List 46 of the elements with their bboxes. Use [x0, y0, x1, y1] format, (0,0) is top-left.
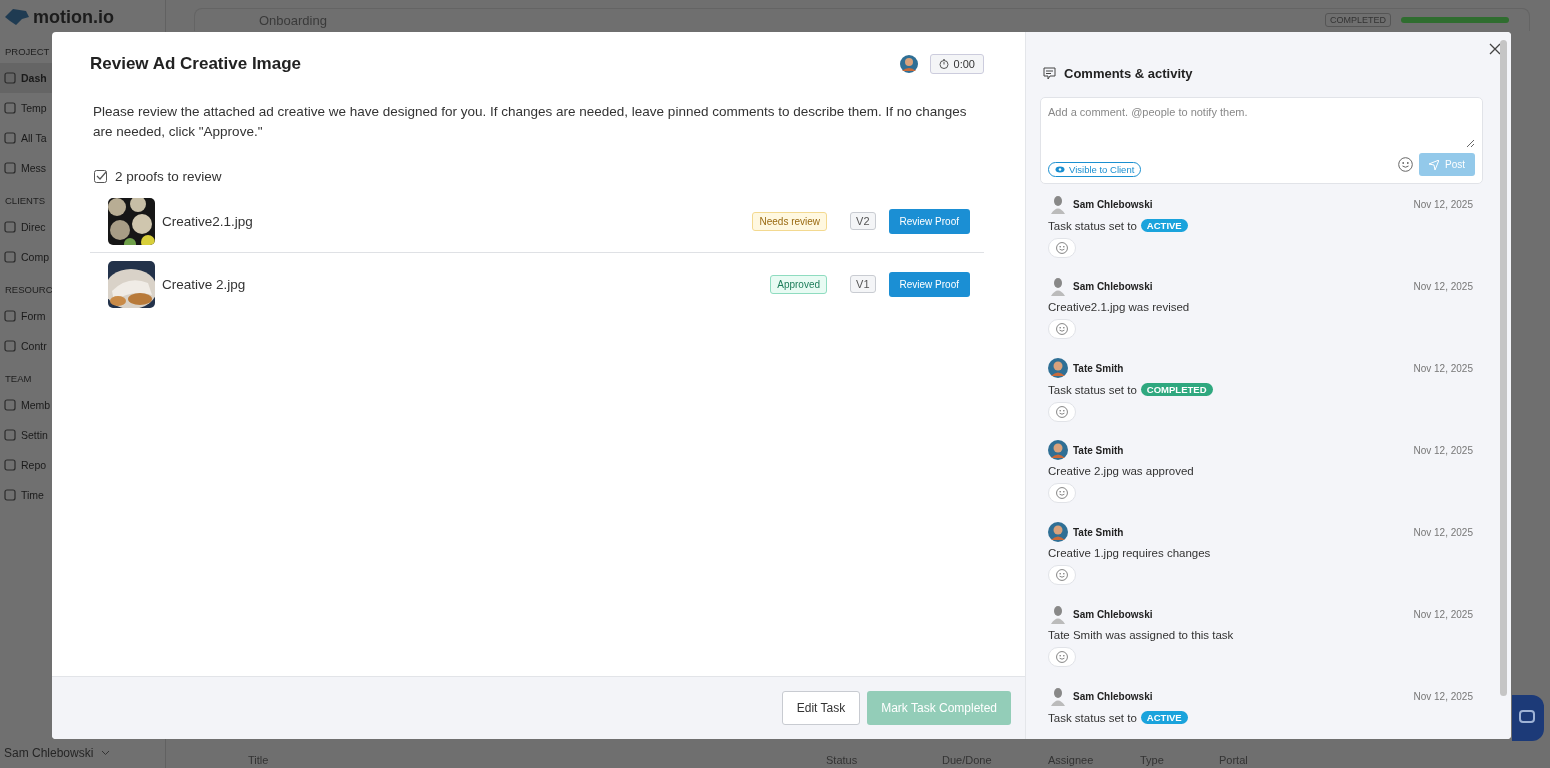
column-header: Due/Done: [942, 754, 993, 768]
activity-text: Task status set to: [1048, 219, 1137, 232]
dialog-title: Review Ad Creative Image: [90, 54, 301, 74]
task-description: Please review the attached ad creative we have designed for you. If changes are needed, leave pinned comments to describe them. If no changes are needed, click "Approve.": [93, 103, 968, 141]
author-name: Sam Chlebowski: [1073, 280, 1154, 292]
status-tag: ACTIVE: [1140, 711, 1188, 724]
activity-date: Nov 12, 2025: [1413, 362, 1473, 374]
column-header: Type: [1140, 754, 1165, 768]
activity-text: Creative 2.jpg was approved: [1048, 465, 1194, 477]
section-header: RESOURC: [5, 284, 53, 295]
version-tag: V2: [850, 212, 876, 230]
column-header: Title: [248, 754, 270, 768]
panel-title: Comments & activity: [1064, 66, 1193, 81]
column-header: Portal: [1219, 754, 1249, 768]
activity-text: Creative 1.jpg requires changes: [1048, 547, 1211, 559]
section-header: PROJECT: [5, 46, 50, 57]
activity-date: Nov 12, 2025: [1413, 690, 1473, 702]
status-tag: COMPLETED: [1140, 383, 1213, 396]
author-name: Sam Chlebowski: [1073, 608, 1154, 620]
status-tag: Approved: [770, 274, 828, 294]
section-header: CLIENTS: [5, 195, 46, 206]
status-tag: Needs review: [752, 211, 828, 231]
activity-date: Nov 12, 2025: [1413, 280, 1473, 292]
activity-date: Nov 12, 2025: [1413, 444, 1473, 456]
file-name: Creative 2.jpg: [162, 276, 247, 292]
activity-text: Task status set to: [1048, 383, 1137, 396]
column-header: Status: [826, 754, 859, 768]
status-tag: ACTIVE: [1140, 219, 1188, 232]
file-name: Creative2.1.jpg: [162, 213, 254, 229]
activity-text: Task status set to: [1048, 711, 1137, 724]
activity-date: Nov 12, 2025: [1413, 198, 1473, 210]
activity-text: Tate Smith was assigned to this task: [1048, 629, 1234, 641]
author-name: Sam Chlebowski: [1073, 690, 1154, 702]
activity-text: Creative2.1.jpg was revised: [1048, 301, 1190, 313]
version-tag: V1: [850, 275, 876, 293]
author-name: Tate Smith: [1073, 362, 1125, 374]
activity-date: Nov 12, 2025: [1413, 608, 1473, 620]
author-name: Tate Smith: [1073, 526, 1125, 538]
status-badge: COMPLETED: [1325, 13, 1391, 27]
author-name: Sam Chlebowski: [1073, 198, 1154, 210]
logo-text: motion.io: [33, 6, 114, 28]
activity-date: Nov 12, 2025: [1413, 526, 1473, 538]
proofs-summary: 2 proofs to review: [115, 169, 222, 184]
column-header: Assignee: [1048, 754, 1095, 768]
section-header: TEAM: [5, 373, 32, 384]
author-name: Tate Smith: [1073, 444, 1125, 456]
